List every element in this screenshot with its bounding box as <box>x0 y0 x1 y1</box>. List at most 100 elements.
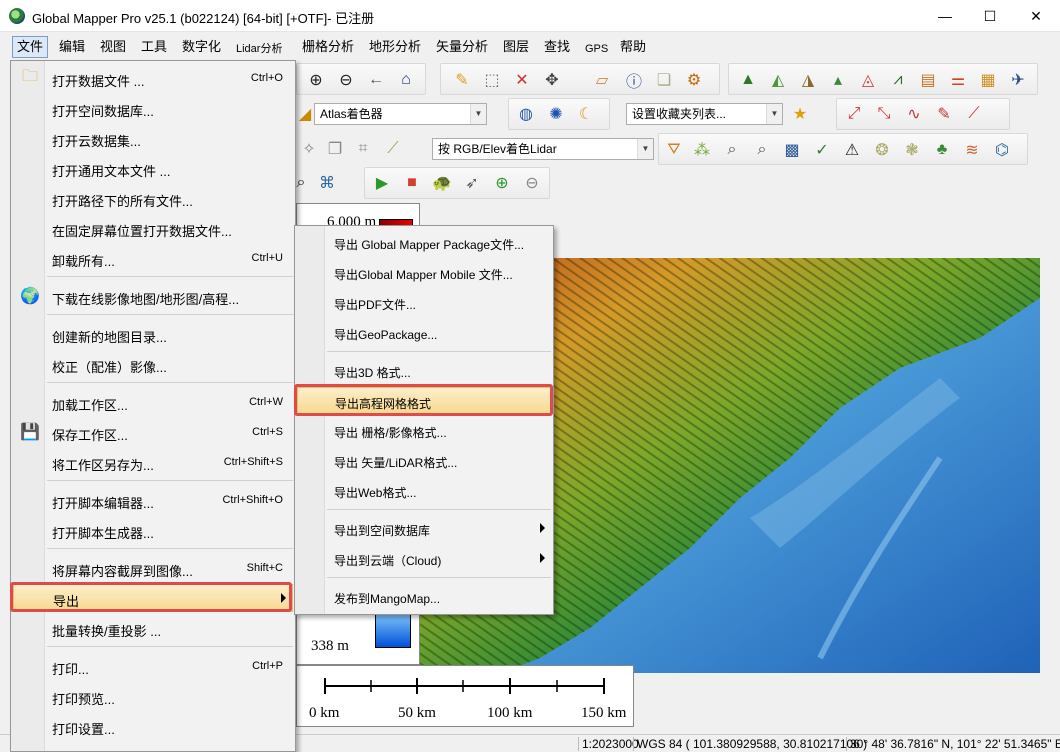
profile-icon[interactable]: ⩘ <box>887 69 909 91</box>
menu-open-cloud-dataset[interactable]: 打开云数据集... <box>13 124 293 152</box>
menu-tools[interactable]: 工具 <box>137 36 171 58</box>
move-icon[interactable]: ✥ <box>541 69 563 91</box>
menu-print-setup[interactable]: 打印设置... <box>13 712 293 740</box>
export-3d[interactable]: 导出3D 格式... <box>297 357 551 385</box>
menu-download-online[interactable]: 🌍 下载在线影像地图/地形图/高程... <box>13 282 293 310</box>
menu-capture-screen[interactable]: 将屏幕内容截屏到图像... Shift+C <box>13 554 293 582</box>
crop-icon[interactable]: ⌗ <box>352 138 374 160</box>
terrain-icon[interactable]: ▲ <box>737 69 759 91</box>
menu-script-builder[interactable]: 打开脚本生成器... <box>13 516 293 544</box>
sparse-icon[interactable]: ❃ <box>901 139 923 161</box>
menu-file[interactable]: 文件 <box>12 36 49 58</box>
menu-open-all-in-folder[interactable]: 打开路径下的所有文件... <box>13 184 293 212</box>
menu-open-fixed-location[interactable]: 在固定屏幕位置打开数据文件... <box>13 214 293 242</box>
publish-mangomap[interactable]: 发布到MangoMap... <box>297 583 551 611</box>
ruler-icon[interactable]: ⟋ <box>382 138 404 160</box>
menu-script-editor[interactable]: 打开脚本编辑器... Ctrl+Shift+O <box>13 486 293 514</box>
density-icon[interactable]: ▩ <box>781 139 803 161</box>
warning-icon[interactable]: ⚠ <box>841 139 863 161</box>
path-curve-icon[interactable]: ∿ <box>903 103 925 125</box>
path-line-icon[interactable]: ⟋ <box>963 103 985 125</box>
close-button[interactable]: ✕ <box>1013 0 1059 32</box>
filter-icon[interactable]: ⛛ <box>663 139 685 161</box>
lidar-search-icon[interactable]: ⌕ <box>721 139 743 161</box>
export-elevation-grid[interactable]: 导出高程网格格式 <box>297 387 551 415</box>
globe-view-icon[interactable]: ◍ <box>515 103 537 125</box>
menu-save-workspace[interactable]: 💾 保存工作区... Ctrl+S <box>13 418 293 446</box>
export-vector-lidar[interactable]: 导出 矢量/LiDAR格式... <box>297 447 551 475</box>
menu-open-data-file[interactable]: 🗀 打开数据文件 ... Ctrl+O <box>13 64 293 92</box>
network-icon[interactable]: ⌬ <box>991 139 1013 161</box>
menu-batch-convert[interactable]: 批量转换/重投影 ... <box>13 614 293 642</box>
path-pencil-icon[interactable]: ✎ <box>933 103 955 125</box>
menu-open-generic-text[interactable]: 打开通用文本文件 ... <box>13 154 293 182</box>
menu-terrain[interactable]: 地形分析 <box>365 36 425 58</box>
minimize-button[interactable]: — <box>922 0 968 32</box>
export-mobile[interactable]: 导出Global Mapper Mobile 文件... <box>297 259 551 287</box>
add-point-icon[interactable]: ⊕ <box>491 172 513 194</box>
lidar-color-combo[interactable]: 按 RGB/Elev着色Lidar ▼ <box>432 138 654 160</box>
stop-icon[interactable]: ■ <box>401 172 423 194</box>
menu-layer[interactable]: 图层 <box>499 36 533 58</box>
menu-view[interactable]: 视图 <box>96 36 130 58</box>
tree-icon[interactable]: ♣ <box>931 139 953 161</box>
view-shed-icon[interactable]: ◬ <box>857 69 879 91</box>
info-icon[interactable]: ⓘ <box>623 69 645 91</box>
slow-icon[interactable]: 🐢 <box>431 172 453 194</box>
menu-load-workspace[interactable]: 加载工作区... Ctrl+W <box>13 388 293 416</box>
menu-save-workspace-as[interactable]: 将工作区另存为... Ctrl+Shift+S <box>13 448 293 476</box>
lidar-zoom-icon[interactable]: ⌕ <box>751 139 773 161</box>
chevron-down-icon[interactable]: ▼ <box>766 104 782 124</box>
measure-icon[interactable]: ▱ <box>591 69 613 91</box>
map-layout-icon[interactable]: ▦ <box>977 69 999 91</box>
menu-rectify-image[interactable]: 校正（配准）影像... <box>13 350 293 378</box>
zoom-out-icon[interactable]: ⊖ <box>335 69 357 91</box>
export-pdf[interactable]: 导出PDF文件... <box>297 289 551 317</box>
line-of-sight-icon[interactable]: ⚌ <box>947 69 969 91</box>
chevron-down-icon[interactable]: ▼ <box>470 104 486 124</box>
lidar-copy-icon[interactable]: ❐ <box>324 138 346 160</box>
play-icon[interactable]: ▶ <box>371 172 393 194</box>
point-cloud-icon[interactable]: ⁂ <box>691 139 713 161</box>
export-package[interactable]: 导出 Global Mapper Package文件... <box>297 229 551 257</box>
menu-print-preview[interactable]: 打印预览... <box>13 682 293 710</box>
back-arrow-icon[interactable]: ← <box>365 69 387 91</box>
menu-search[interactable]: 查找 <box>540 36 574 58</box>
grid-icon[interactable]: ▤ <box>917 69 939 91</box>
export-raster-image[interactable]: 导出 栅格/影像格式... <box>297 417 551 445</box>
lidar-tool-icon[interactable]: ✧ <box>298 138 320 160</box>
select-rect-icon[interactable]: ⬚ <box>481 69 503 91</box>
menu-raster[interactable]: 栅格分析 <box>298 36 358 58</box>
feature-info-icon[interactable]: ❏ <box>653 69 675 91</box>
favorites-combo[interactable]: 设置收藏夹列表... ▼ <box>626 103 783 125</box>
menu-gps[interactable]: GPS <box>581 38 612 60</box>
watershed-icon[interactable]: ◭ <box>767 69 789 91</box>
menu-help[interactable]: 帮助 <box>616 36 650 58</box>
menu-unload-all[interactable]: 卸载所有... Ctrl+U <box>13 244 293 272</box>
delete-feature-icon[interactable]: ✕ <box>511 69 533 91</box>
star-icon[interactable]: ★ <box>789 103 811 125</box>
export-cloud[interactable]: 导出到云端（Cloud) <box>297 545 551 573</box>
remove-point-icon[interactable]: ⊖ <box>521 172 543 194</box>
fast-icon[interactable]: ➶ <box>461 172 483 194</box>
pencil-icon[interactable]: ✎ <box>451 69 473 91</box>
export-spatial-db[interactable]: 导出到空间数据库 <box>297 515 551 543</box>
menu-print[interactable]: 打印... Ctrl+P <box>13 652 293 680</box>
zoom-in-icon[interactable]: ⊕ <box>305 69 327 91</box>
menu-create-catalog[interactable]: 创建新的地图目录... <box>13 320 293 348</box>
settings-doc-icon[interactable]: ⚙ <box>683 69 705 91</box>
satellite-icon[interactable]: ✈ <box>1007 69 1029 91</box>
shader-combo[interactable]: Atlas着色器 ▼ <box>314 103 487 125</box>
path-edit-icon[interactable]: ⤡ <box>873 103 895 125</box>
layers-icon[interactable]: ≋ <box>961 139 983 161</box>
moon-icon[interactable]: ☾ <box>575 103 597 125</box>
menu-export[interactable]: 导出 <box>13 584 293 612</box>
export-geopackage[interactable]: 导出GeoPackage... <box>297 319 551 347</box>
menu-edit[interactable]: 编辑 <box>55 36 89 58</box>
classify-icon[interactable]: ✓ <box>811 139 833 161</box>
select-path-icon[interactable]: ⌘ <box>316 172 338 194</box>
contour-icon[interactable]: ◮ <box>797 69 819 91</box>
noise-icon[interactable]: ❂ <box>871 139 893 161</box>
path-icon[interactable]: ⤢ <box>843 103 865 125</box>
menu-open-spatial-db[interactable]: 打开空间数据库... <box>13 94 293 122</box>
